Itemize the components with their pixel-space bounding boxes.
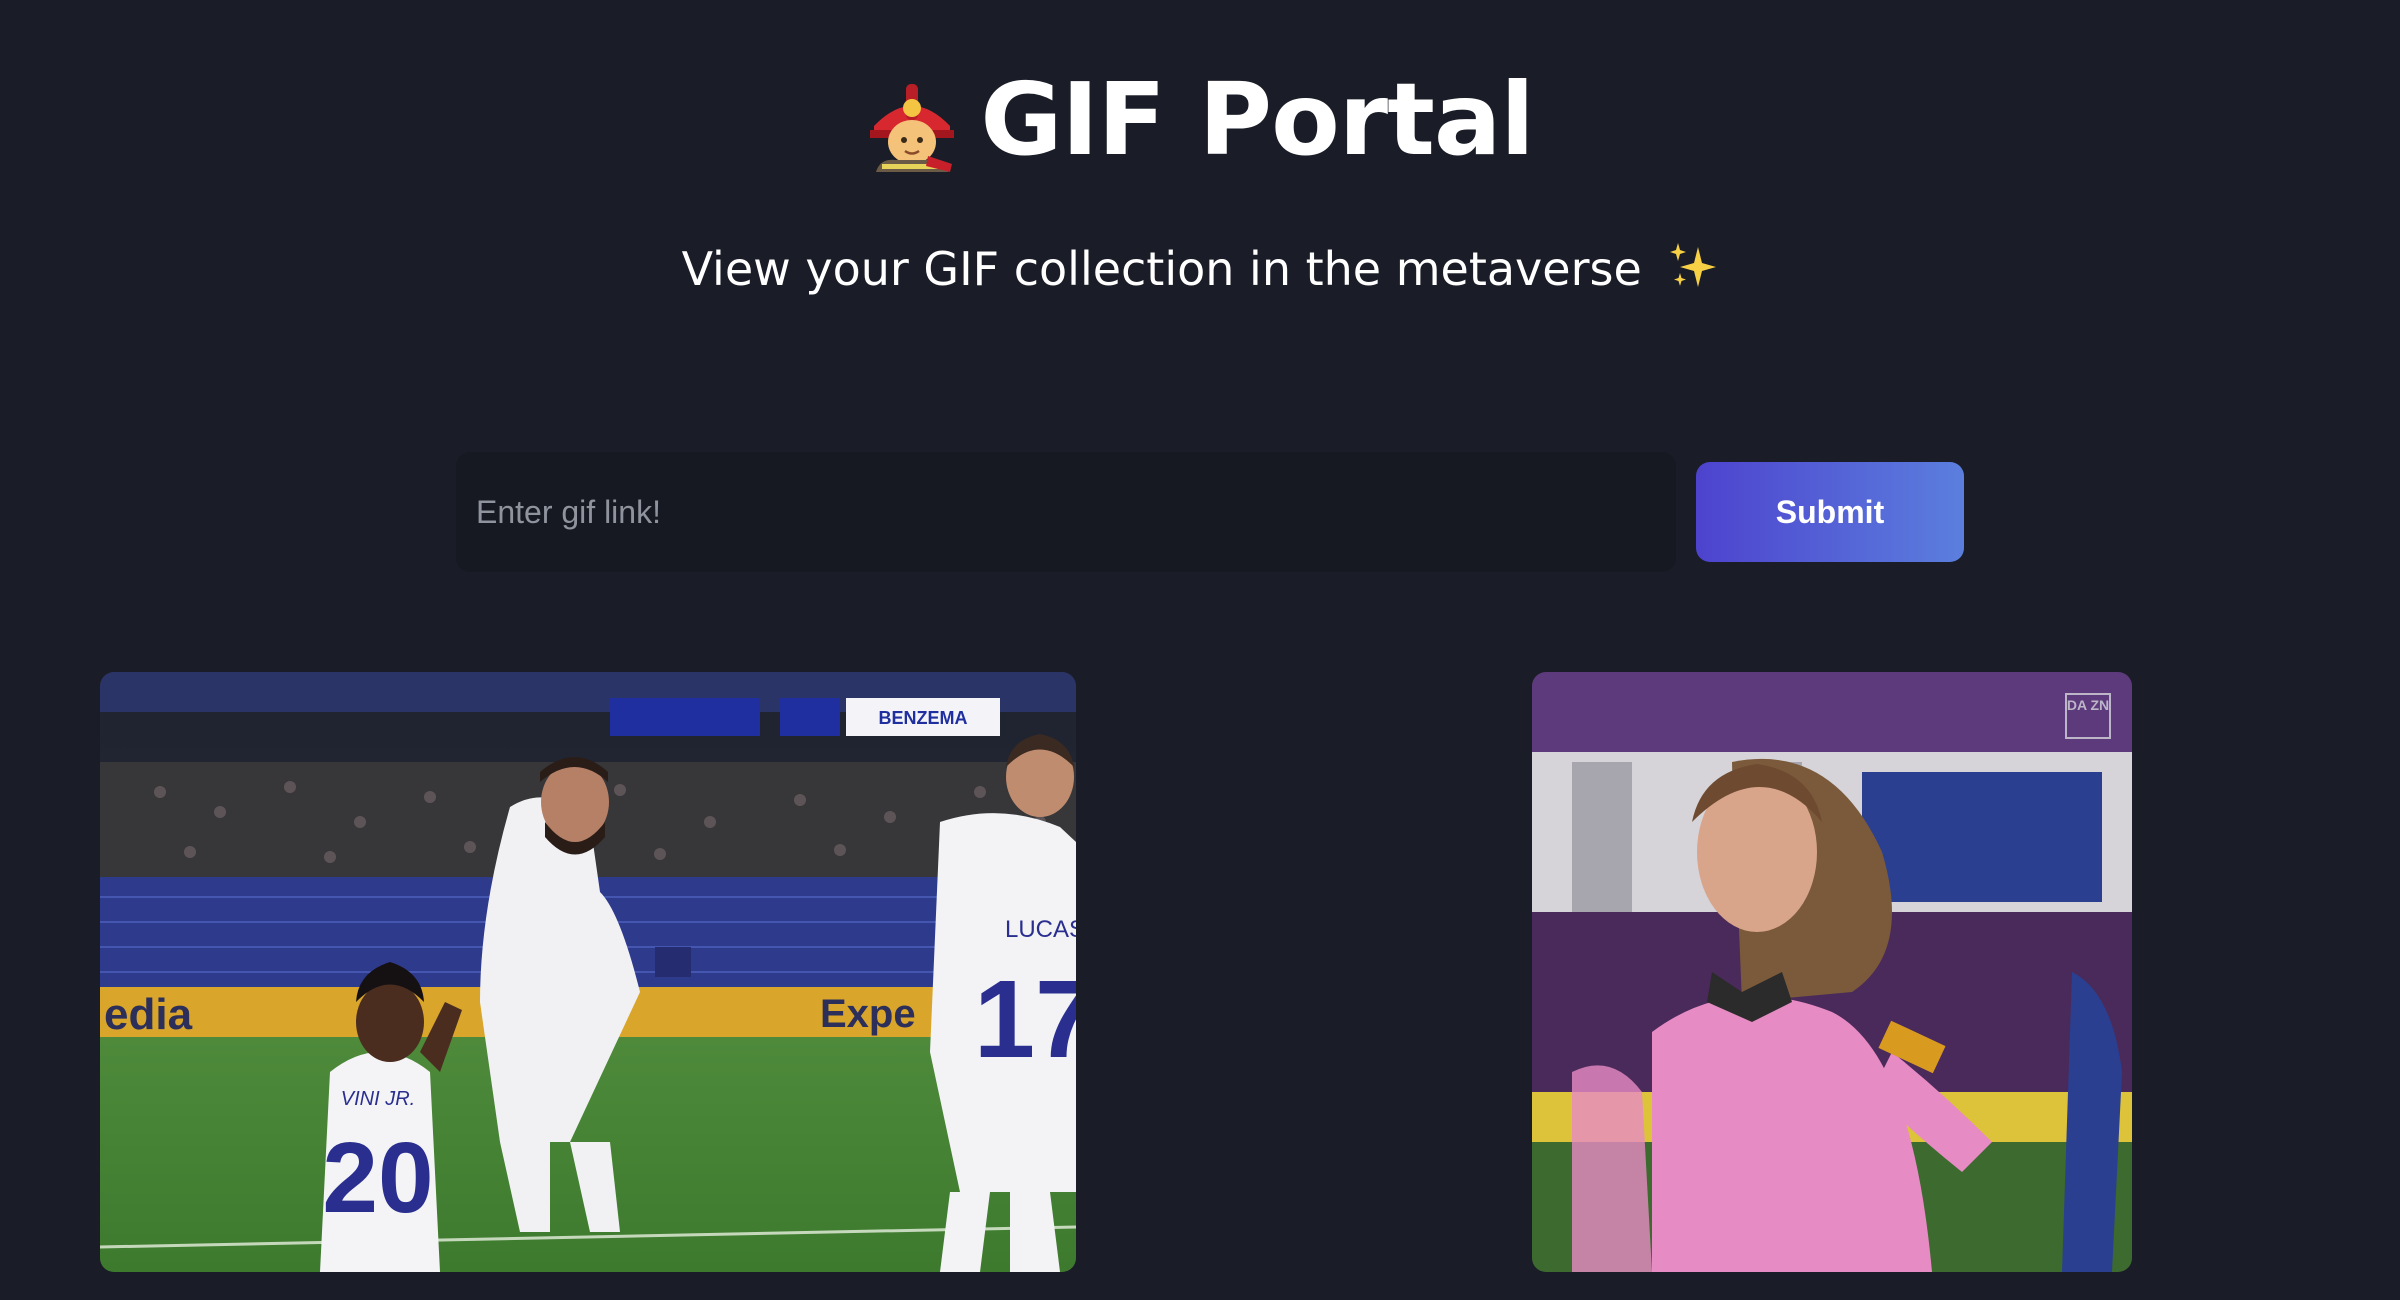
jersey-name: VINI JR. [341,1088,415,1110]
gif-image-player-celebration: DA ZN [1532,672,2132,1272]
gif-link-input[interactable] [456,452,1676,572]
subtitle: View your GIF collection in the metavers… [0,236,2400,302]
watermark-text: DA ZN [2067,697,2109,713]
gif-portal-page: GIF Portal View your GIF collection in t… [0,0,2400,1300]
subtitle-text: View your GIF collection in the metavers… [681,242,1642,296]
gif-item[interactable]: DA ZN [1532,672,2132,1272]
ad-board-text: Expe [820,992,916,1036]
gif-image-football-celebration: edia Expe BENZEMA VINI JR. 20 LUCA 17 [100,672,1076,1272]
submit-button[interactable]: Submit [1696,462,1964,562]
jersey-number: 17 [974,958,1076,1081]
title-text: GIF Portal [980,61,1534,178]
header: GIF Portal [0,50,2400,190]
gif-link-form: Submit [456,452,1964,572]
gif-item[interactable]: edia Expe BENZEMA VINI JR. 20 LUCA 17 [100,672,1076,1272]
gif-grid: edia Expe BENZEMA VINI JR. 20 LUCA 17 DA… [0,672,2400,1272]
ad-board-text: edia [104,990,193,1039]
sparkles-icon [1670,243,1717,287]
scoreboard-name: BENZEMA [879,708,968,728]
firefighter-icon [870,84,955,172]
page-title: GIF Portal [866,50,1535,190]
jersey-name: LUCAS [1005,916,1076,943]
jersey-number: 20 [322,1122,433,1234]
